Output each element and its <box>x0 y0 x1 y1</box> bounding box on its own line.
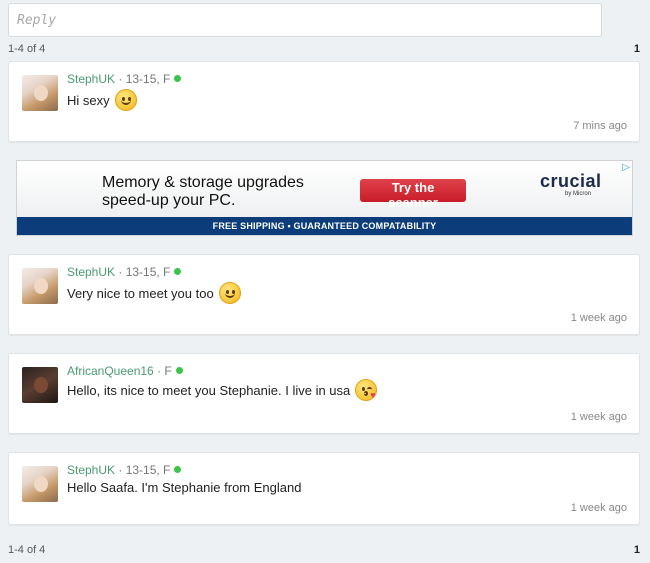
ad-cta-button[interactable]: Try the scanner <box>360 179 466 210</box>
pagination-top: 1-4 of 4 1 <box>8 43 640 55</box>
message-text: Hello, its nice to meet you Stephanie. I… <box>67 382 351 398</box>
user-info: · F <box>153 364 172 378</box>
pagination-range: 1-4 of 4 <box>8 43 46 55</box>
message-timestamp: 1 week ago <box>570 502 627 514</box>
online-status-icon <box>174 268 182 276</box>
message-meta: StephUK · 13-15, F <box>67 72 182 86</box>
reply-input[interactable] <box>8 3 602 37</box>
message-meta: StephUK · 13-15, F <box>67 265 182 279</box>
avatar[interactable] <box>22 466 58 502</box>
pagination-range: 1-4 of 4 <box>8 544 46 556</box>
smile-emoji-icon <box>114 89 137 111</box>
message-timestamp: 1 week ago <box>570 411 627 423</box>
message-meta: AfricanQueen16 · F <box>67 364 183 378</box>
username-link[interactable]: StephUK <box>67 265 115 279</box>
ad-headline: Memory & storage upgrades speed-up your … <box>102 174 304 209</box>
username-link[interactable]: AfricanQueen16 <box>67 364 154 378</box>
message-card: AfricanQueen16 · F Hello, its nice to me… <box>8 353 640 434</box>
user-info: · 13-15, F <box>115 265 171 279</box>
smile-emoji-icon <box>218 282 241 304</box>
ad-shipping-bar: FREE SHIPPING • GUARANTEED COMPATABILITY <box>17 217 632 235</box>
avatar[interactable] <box>22 268 58 304</box>
brand-logo: crucial <box>540 171 602 191</box>
message-meta: StephUK · 13-15, F <box>67 463 182 477</box>
brand-sublogo: by Micron <box>565 191 592 197</box>
ad-banner[interactable]: Memory & storage upgrades speed-up your … <box>16 160 633 236</box>
message-text: Hello Saafa. I'm Stephanie from England <box>67 480 302 495</box>
message-text: Very nice to meet you too <box>67 285 214 301</box>
message-text-row: Hello, its nice to meet you Stephanie. I… <box>67 379 378 401</box>
online-status-icon <box>175 367 183 375</box>
user-info: · 13-15, F <box>115 463 171 477</box>
pagination-bottom: 1-4 of 4 1 <box>8 544 640 556</box>
message-text-row: Hello Saafa. I'm Stephanie from England <box>67 480 301 495</box>
message-text-row: Hi sexy <box>67 89 137 111</box>
message-timestamp: 7 mins ago <box>573 120 627 132</box>
message-card: StephUK · 13-15, F Hi sexy 7 mins ago <box>8 61 640 142</box>
avatar[interactable] <box>22 75 58 111</box>
message-card: StephUK · 13-15, F Very nice to meet you… <box>8 254 640 335</box>
message-text: Hi sexy <box>67 92 110 108</box>
page-number[interactable]: 1 <box>634 43 640 55</box>
user-info: · 13-15, F <box>115 72 171 86</box>
avatar[interactable] <box>22 367 58 403</box>
username-link[interactable]: StephUK <box>67 463 115 477</box>
page-number[interactable]: 1 <box>634 544 640 556</box>
username-link[interactable]: StephUK <box>67 72 115 86</box>
online-status-icon <box>174 466 182 474</box>
wink-kiss-emoji-icon: ♥ <box>355 379 378 401</box>
message-text-row: Very nice to meet you too <box>67 282 241 304</box>
message-timestamp: 1 week ago <box>570 312 627 324</box>
adchoices-icon[interactable]: ▷ <box>622 162 630 173</box>
online-status-icon <box>174 75 182 83</box>
message-card: StephUK · 13-15, F Hello Saafa. I'm Step… <box>8 452 640 525</box>
